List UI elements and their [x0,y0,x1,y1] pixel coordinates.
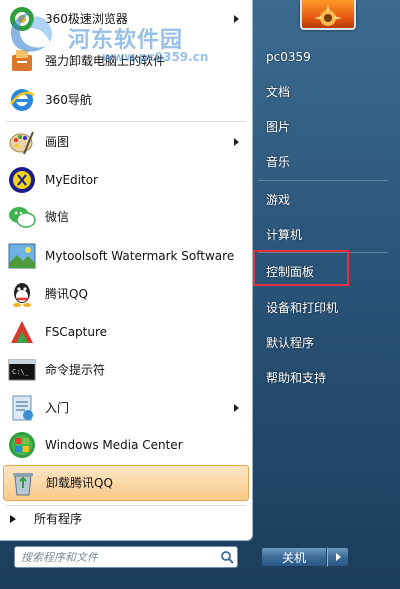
program-item-getting-started[interactable]: 入门 [3,390,249,426]
program-item-myeditor[interactable]: MyEditor [3,163,249,197]
divider [258,180,388,181]
program-label: 腾讯QQ [45,287,88,301]
right-item-games[interactable]: 游戏 [266,191,290,208]
uninstaller-icon [7,46,37,76]
program-label: 命令提示符 [45,363,106,377]
all-programs-button[interactable]: 所有程序 [10,510,82,527]
right-item-user-folder[interactable]: pc0359 [266,50,311,64]
shutdown-label: 关机 [281,550,306,565]
program-label: 强力卸载电脑上的软件 [45,54,166,68]
myeditor-icon [7,165,37,195]
wechat-icon [7,202,37,232]
expand-arrow-icon [10,514,16,523]
right-item-documents[interactable]: 文档 [266,83,290,100]
all-programs-label: 所有程序 [34,512,83,526]
program-item-paint[interactable]: 画图 [3,126,249,158]
chevron-right-icon [335,553,341,561]
program-label: 微信 [45,210,70,224]
programs-pane: 360极速浏览器 强力卸载电脑上的软件 360导航 画图 MyEditor 微信… [0,0,253,541]
program-item-360-browser[interactable]: 360极速浏览器 [3,4,249,34]
right-item-devices-printers[interactable]: 设备和打印机 [266,299,338,316]
shutdown-options-button[interactable] [327,547,349,567]
highlight-box [253,250,349,286]
right-item-pictures[interactable]: 图片 [266,118,290,135]
program-item-360-nav[interactable]: 360导航 [3,84,249,116]
start-menu: 360极速浏览器 强力卸载电脑上的软件 360导航 画图 MyEditor 微信… [0,0,400,589]
ie-icon [7,85,37,115]
flower-picture-icon [314,4,342,26]
search-box[interactable] [14,546,238,568]
getting-started-icon [7,393,37,423]
program-item-watermark-software[interactable]: Mytoolsoft Watermark Software [3,238,249,274]
program-item-qq[interactable]: 腾讯QQ [3,277,249,311]
program-item-cmd[interactable]: C:\_ 命令提示符 [3,353,249,387]
program-label: MyEditor [45,173,98,187]
submenu-arrow-icon[interactable] [234,15,239,23]
program-label: 画图 [45,135,70,149]
fscapture-icon [7,317,37,347]
submenu-arrow-icon[interactable] [234,138,239,146]
program-item-fscapture[interactable]: FSCapture [3,315,249,349]
recycle-bin-icon [8,468,38,498]
right-item-help-support[interactable]: 帮助和支持 [266,369,326,386]
program-item-uninstall-qq[interactable]: 卸载腾讯QQ [3,465,249,501]
right-item-default-programs[interactable]: 默认程序 [266,334,314,351]
program-label: 360导航 [45,93,92,107]
paint-icon [7,127,37,157]
media-center-icon [7,430,37,460]
program-label: FSCapture [45,325,108,339]
watermark-software-icon [7,241,37,271]
shutdown-button[interactable]: 关机 [261,547,327,567]
cmd-icon: C:\_ [7,355,37,385]
program-item-wechat[interactable]: 微信 [3,200,249,234]
right-item-music[interactable]: 音乐 [266,153,290,170]
program-label: Windows Media Center [45,438,183,452]
user-avatar[interactable] [300,0,356,30]
right-item-computer[interactable]: 计算机 [266,226,302,243]
program-label: 入门 [45,401,70,415]
divider [6,121,246,122]
program-label: 卸载腾讯QQ [46,476,113,490]
divider [6,505,246,506]
submenu-arrow-icon[interactable] [234,404,239,412]
qq-icon [7,279,37,309]
program-item-media-center[interactable]: Windows Media Center [3,428,249,462]
svg-text:C:\_: C:\_ [12,368,30,376]
program-label: Mytoolsoft Watermark Software [45,249,235,263]
360-browser-icon [7,4,37,34]
search-input[interactable] [15,548,217,566]
program-item-uninstaller[interactable]: 强力卸载电脑上的软件 [3,46,249,76]
search-icon[interactable] [217,547,237,567]
program-label: 360极速浏览器 [45,12,128,26]
